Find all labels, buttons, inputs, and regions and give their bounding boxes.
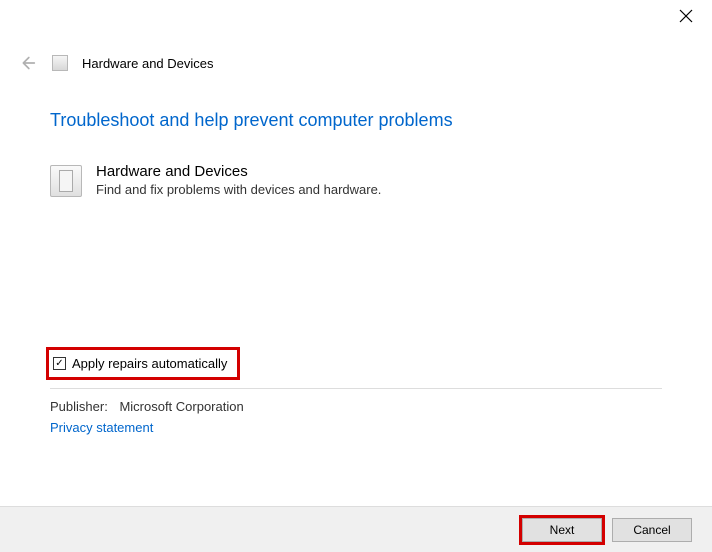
troubleshooter-icon	[52, 55, 68, 71]
apply-repairs-checkbox[interactable]: ✓	[53, 357, 66, 370]
divider	[50, 388, 662, 389]
cancel-button[interactable]: Cancel	[612, 518, 692, 542]
apply-repairs-label: Apply repairs automatically	[72, 356, 227, 371]
header: Hardware and Devices	[0, 32, 712, 82]
apply-repairs-checkbox-row[interactable]: ✓ Apply repairs automatically	[46, 347, 240, 380]
device-icon	[50, 165, 82, 197]
next-button[interactable]: Next	[522, 518, 602, 542]
content-area: Troubleshoot and help prevent computer p…	[0, 82, 712, 435]
checkmark-icon: ✓	[55, 359, 63, 369]
device-text: Hardware and Devices Find and fix proble…	[96, 163, 381, 197]
privacy-statement-link[interactable]: Privacy statement	[50, 420, 662, 435]
publisher-label: Publisher:	[50, 399, 108, 414]
page-heading: Troubleshoot and help prevent computer p…	[50, 110, 662, 131]
titlebar	[0, 0, 712, 32]
troubleshooter-item: Hardware and Devices Find and fix proble…	[50, 163, 662, 197]
publisher-row: Publisher: Microsoft Corporation	[50, 399, 662, 414]
close-button[interactable]	[678, 8, 694, 24]
device-title: Hardware and Devices	[96, 163, 381, 180]
back-arrow-icon	[16, 52, 38, 74]
header-title: Hardware and Devices	[82, 56, 214, 71]
close-icon	[678, 8, 694, 24]
footer: Next Cancel	[0, 506, 712, 552]
device-description: Find and fix problems with devices and h…	[96, 182, 381, 197]
publisher-value: Microsoft Corporation	[119, 399, 243, 414]
